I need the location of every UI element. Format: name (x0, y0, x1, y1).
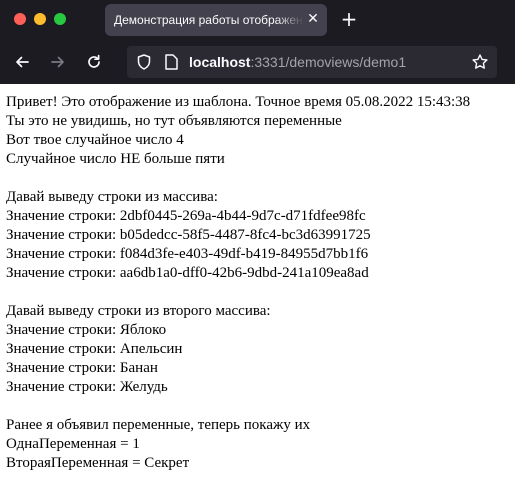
forward-arrow-icon (51, 56, 64, 68)
array2-item: Значение строки: Банан (6, 360, 158, 376)
tab-title: Демонстрация работы отображения (114, 13, 304, 27)
array2-header: Давай выведу строки из второго массива: (6, 303, 271, 319)
minimize-window-button[interactable] (34, 13, 46, 25)
variable-line: ВтораяПеременная = Секрет (6, 455, 190, 471)
url-host: localhost (189, 54, 251, 70)
maximize-window-button[interactable] (54, 13, 66, 25)
window-controls (14, 13, 66, 25)
hidden-vars-line: Ты это не увидишь, но тут объявляются пе… (6, 113, 342, 129)
vars-header: Ранее я объявил переменные, теперь покаж… (6, 417, 311, 433)
array1-item: Значение строки: aa6db1a0-dff0-42b6-9dbd… (6, 265, 369, 281)
back-arrow-icon (16, 56, 29, 68)
navigation-bar: localhost:3331/demoviews/demo1 (0, 40, 515, 84)
shield-icon[interactable] (135, 53, 153, 71)
back-button[interactable] (10, 50, 34, 74)
url-text[interactable]: localhost:3331/demoviews/demo1 (189, 54, 406, 70)
forward-button[interactable] (46, 50, 70, 74)
tab-active[interactable]: Демонстрация работы отображения ✕ (105, 4, 327, 36)
array2-item: Значение строки: Яблоко (6, 322, 167, 338)
tab-strip: Демонстрация работы отображения ✕ + (0, 0, 515, 40)
array1-header: Давай выведу строки из массива: (6, 189, 218, 205)
new-tab-button[interactable]: + (338, 8, 360, 30)
page-icon[interactable] (163, 53, 179, 71)
close-window-button[interactable] (14, 13, 26, 25)
random-check-line: Случайное число НЕ больше пяти (6, 151, 225, 167)
random-number-line: Вот твое случайное число 4 (6, 132, 184, 148)
array1-item: Значение строки: 2dbf0445-269a-4b44-9d7c… (6, 208, 366, 224)
reload-button[interactable] (82, 50, 106, 74)
browser-chrome: Демонстрация работы отображения ✕ + loca… (0, 0, 515, 84)
variable-line: ОднаПеременная = 1 (6, 436, 140, 452)
tab-close-icon[interactable]: ✕ (305, 11, 321, 27)
array2-item: Значение строки: Апельсин (6, 341, 183, 357)
star-icon[interactable] (471, 53, 489, 71)
reload-icon (88, 54, 100, 68)
array1-item: Значение строки: b05dedcc-58f5-4487-8fc4… (6, 227, 371, 243)
page-content: Привет! Это отображение из шаблона. Точн… (0, 84, 515, 473)
array2-item: Значение строки: Желудь (6, 379, 168, 395)
array1-item: Значение строки: f084d3fe-e403-49df-b419… (6, 246, 369, 262)
url-path: :3331/demoviews/demo1 (250, 54, 407, 70)
greeting-line: Привет! Это отображение из шаблона. Точн… (6, 94, 471, 110)
address-bar[interactable]: localhost:3331/demoviews/demo1 (127, 46, 497, 78)
